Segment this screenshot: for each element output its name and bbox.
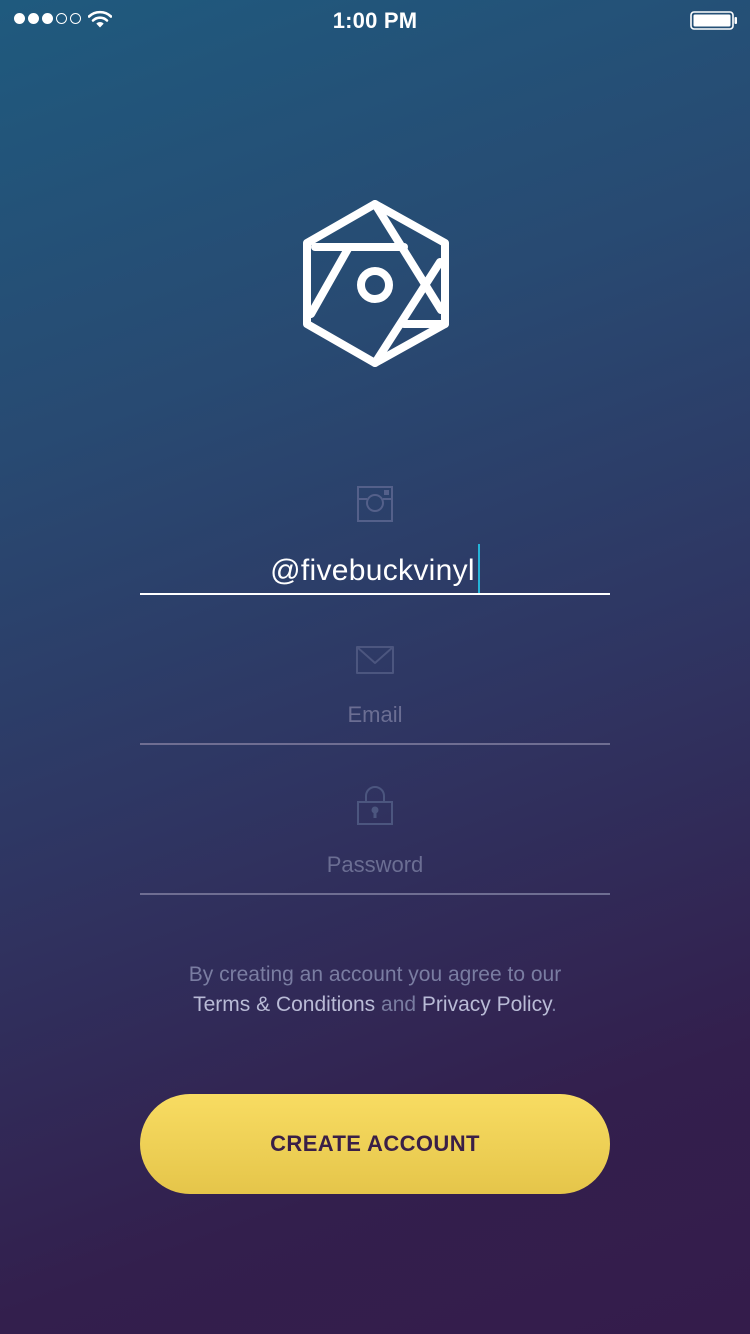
instagram-username-input[interactable]: @fivebuckvinyl xyxy=(140,544,610,594)
status-bar: 1:00 PM xyxy=(0,0,750,40)
hexagon-camera-logo-icon xyxy=(303,200,449,367)
instagram-icon xyxy=(357,486,393,522)
text-caret xyxy=(477,544,480,594)
email-field[interactable]: Email xyxy=(140,640,610,750)
terms-and-text: and xyxy=(375,993,422,1016)
instagram-username-field[interactable]: @fivebuckvinyl xyxy=(140,480,610,600)
terms-period: . xyxy=(551,993,557,1016)
battery-icon xyxy=(690,11,737,30)
instagram-field-underline xyxy=(140,593,610,595)
password-input[interactable]: Password xyxy=(140,852,610,878)
password-field-underline xyxy=(140,893,610,895)
terms-links-line: Terms & Conditions and Privacy Policy. xyxy=(120,990,630,1020)
envelope-icon xyxy=(356,646,394,674)
status-time: 1:00 PM xyxy=(332,8,418,33)
privacy-policy-link[interactable]: Privacy Policy xyxy=(422,993,551,1016)
email-input[interactable]: Email xyxy=(140,702,610,728)
password-field[interactable]: Password xyxy=(140,785,610,900)
lock-icon xyxy=(357,786,393,825)
terms-conditions-link[interactable]: Terms & Conditions xyxy=(193,993,375,1016)
terms-notice: By creating an account you agree to our … xyxy=(120,960,630,1020)
email-field-underline xyxy=(140,743,610,745)
terms-line: By creating an account you agree to our xyxy=(188,963,562,986)
create-account-button[interactable]: CREATE ACCOUNT xyxy=(140,1094,610,1194)
signup-screen: 1:00 PM @fivebuckvinyl Email Password By… xyxy=(0,0,750,1334)
